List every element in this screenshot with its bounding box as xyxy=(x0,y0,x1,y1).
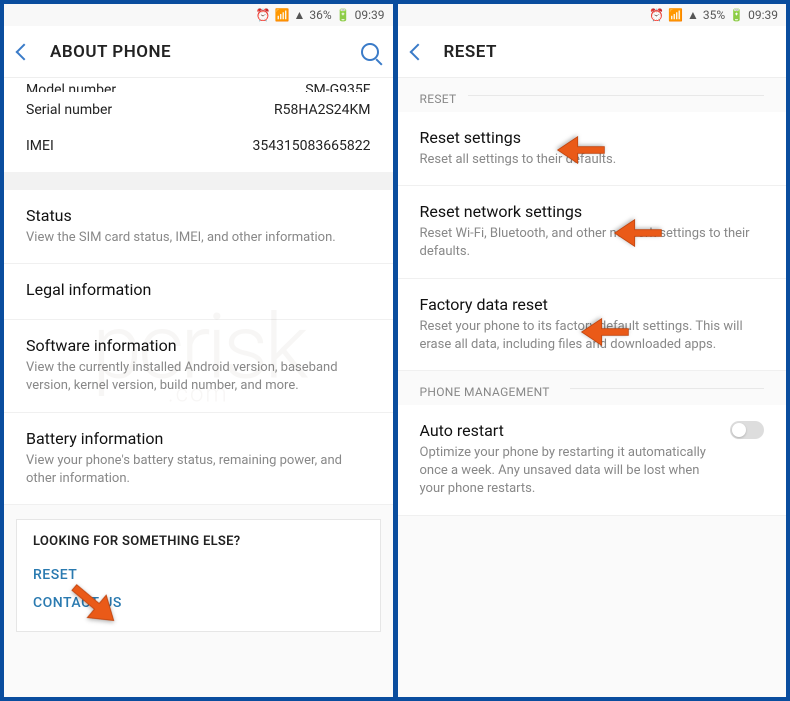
status-bar: ⏰ 📶 ▲ 35% 🔋 09:39 xyxy=(398,4,787,26)
about-phone-screen: ⏰ 📶 ▲ 36% 🔋 09:39 ABOUT PHONE Model numb… xyxy=(4,4,393,697)
status-bar: ⏰ 📶 ▲ 36% 🔋 09:39 xyxy=(4,4,393,26)
clock: 09:39 xyxy=(748,8,778,22)
signal-icon: ▲ xyxy=(293,8,305,22)
title-bar: ABOUT PHONE xyxy=(4,26,393,78)
battery-percent: 35% xyxy=(703,8,725,22)
back-icon[interactable] xyxy=(409,43,426,60)
page-title: ABOUT PHONE xyxy=(50,42,361,62)
reset-network-item[interactable]: Reset network settings Reset Wi-Fi, Blue… xyxy=(398,186,787,278)
reset-settings-item[interactable]: Reset settings Reset all settings to the… xyxy=(398,112,787,186)
divider xyxy=(4,172,393,190)
wifi-icon: 📶 xyxy=(668,8,683,22)
wifi-icon: 📶 xyxy=(275,8,290,22)
alarm-icon: ⏰ xyxy=(256,8,271,22)
battery-item[interactable]: Battery information View your phone's ba… xyxy=(4,413,393,505)
alarm-icon: ⏰ xyxy=(649,8,664,22)
title-bar: RESET xyxy=(398,26,787,78)
back-icon[interactable] xyxy=(16,43,33,60)
search-icon[interactable] xyxy=(361,43,379,61)
signal-icon: ▲ xyxy=(687,8,699,22)
auto-restart-item[interactable]: Auto restart Optimize your phone by rest… xyxy=(398,405,787,516)
reset-link[interactable]: RESET xyxy=(33,561,364,589)
reset-screen: ⏰ 📶 ▲ 35% 🔋 09:39 RESET RESET Reset sett… xyxy=(398,4,787,697)
legal-item[interactable]: Legal information xyxy=(4,264,393,320)
factory-reset-item[interactable]: Factory data reset Reset your phone to i… xyxy=(398,279,787,371)
imei-row: IMEI 354315083665822 xyxy=(4,128,393,172)
section-phone-mgmt: PHONE MANAGEMENT xyxy=(398,371,787,405)
auto-restart-toggle[interactable] xyxy=(730,421,764,439)
model-row: Model number SM-G935F xyxy=(4,78,393,92)
section-reset: RESET xyxy=(398,78,787,112)
battery-icon: 🔋 xyxy=(336,8,351,22)
footer-head: LOOKING FOR SOMETHING ELSE? xyxy=(33,534,364,549)
page-title: RESET xyxy=(444,42,773,62)
battery-percent: 36% xyxy=(309,8,331,22)
clock: 09:39 xyxy=(355,8,385,22)
serial-row: Serial number R58HA2S24KM xyxy=(4,92,393,128)
footer-card: LOOKING FOR SOMETHING ELSE? RESET CONTAC… xyxy=(16,519,381,632)
software-item[interactable]: Software information View the currently … xyxy=(4,320,393,412)
contact-link[interactable]: CONTACT US xyxy=(33,589,364,617)
status-item[interactable]: Status View the SIM card status, IMEI, a… xyxy=(4,190,393,264)
battery-icon: 🔋 xyxy=(729,8,744,22)
